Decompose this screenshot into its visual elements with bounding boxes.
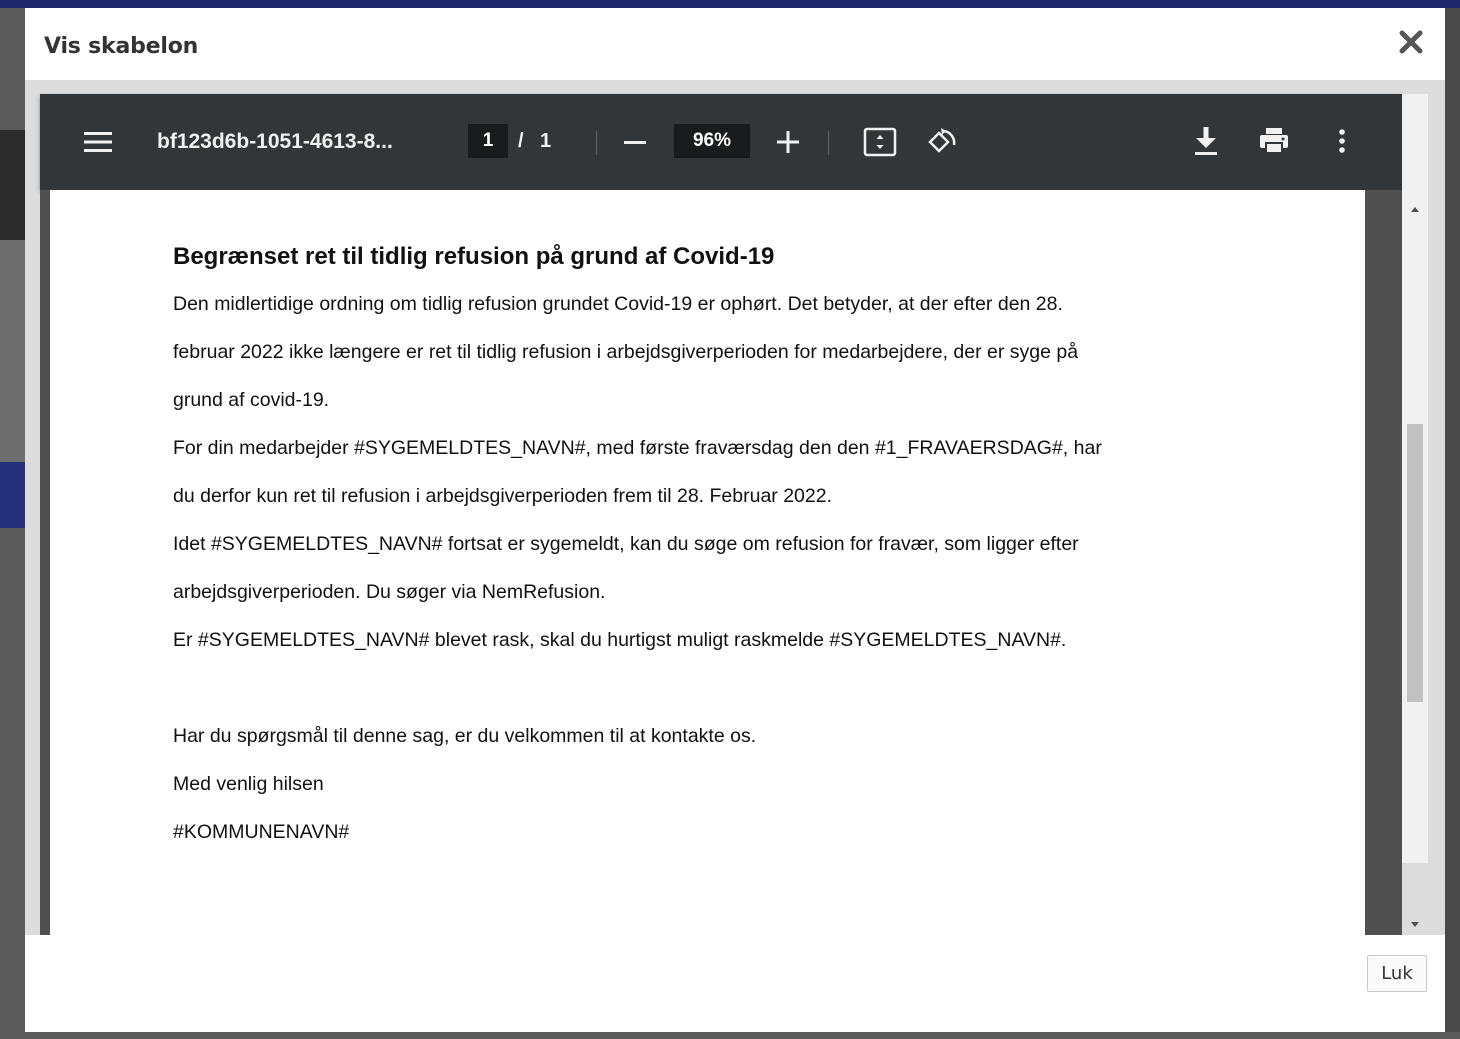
dialog-title: Vis skabelon: [44, 34, 199, 59]
page-content: Begrænset ret til tidlig refusion på gru…: [173, 242, 1293, 856]
menu-button[interactable]: [82, 128, 114, 156]
pdf-toolbar: bf123d6b-1051-4613-8... / 1: [40, 94, 1402, 190]
download-button[interactable]: [1190, 124, 1222, 158]
scroll-down-button[interactable]: [1402, 914, 1428, 936]
dialog-body: bf123d6b-1051-4613-8... / 1: [25, 80, 1445, 935]
closing-line: Har du spørgsmål til denne sag, er du ve…: [173, 725, 757, 747]
zoom-out-button[interactable]: [620, 128, 650, 156]
page-separator: /: [518, 130, 524, 152]
menu-icon: [84, 132, 112, 152]
pdf-viewer: bf123d6b-1051-4613-8... / 1: [40, 94, 1402, 935]
document-line: Idet #SYGEMELDTES_NAVN# fortsat er sygem…: [173, 533, 1079, 555]
pdf-filename: bf123d6b-1051-4613-8...: [157, 130, 393, 153]
rotate-button[interactable]: [924, 125, 960, 159]
print-icon: [1260, 128, 1288, 154]
fit-page-icon: [863, 127, 897, 157]
zoom-level-input[interactable]: [674, 124, 750, 158]
toolbar-divider: [828, 131, 829, 155]
template-preview-dialog: Vis skabelon bf123d6b-1051-4613-8... /: [25, 8, 1445, 1032]
document-line: du derfor kun ret til refusion i arbejds…: [173, 485, 833, 507]
close-icon: [1399, 30, 1423, 54]
closing-line: Med venlig hilsen: [173, 773, 324, 795]
document-line: Den midlertidige ordning om tidlig refus…: [173, 293, 1063, 315]
dialog-footer: Luk: [25, 935, 1445, 1032]
document-line: grund af covid-19.: [173, 389, 330, 411]
document-line: arbejdsgiverperioden. Du søger via NemRe…: [173, 581, 606, 603]
rotate-icon: [928, 128, 956, 153]
print-button[interactable]: [1257, 125, 1291, 157]
closing-line: #KOMMUNENAVN#: [173, 821, 350, 843]
download-icon: [1195, 127, 1217, 155]
zoom-out-icon: [624, 141, 646, 144]
vertical-scrollbar[interactable]: [1402, 94, 1428, 927]
zoom-in-button[interactable]: [773, 127, 803, 157]
fit-page-button[interactable]: [862, 126, 898, 158]
dialog-header: Vis skabelon: [25, 8, 1445, 80]
background-right-strip: [1445, 8, 1460, 1032]
arrow-down-icon: [1411, 922, 1419, 927]
scroll-up-button[interactable]: [1402, 198, 1428, 220]
document-line: For din medarbejder #SYGEMELDTES_NAVN#, …: [173, 437, 1102, 459]
zoom-in-icon: [777, 131, 799, 153]
page-total: 1: [540, 130, 552, 152]
document-heading: Begrænset ret til tidlig refusion på gru…: [173, 243, 775, 270]
document-area[interactable]: Begrænset ret til tidlig refusion på gru…: [40, 190, 1402, 935]
pdf-page: Begrænset ret til tidlig refusion på gru…: [50, 190, 1365, 935]
more-icon: [1339, 129, 1345, 153]
scroll-thumb[interactable]: [1407, 424, 1423, 702]
arrow-up-icon: [1411, 207, 1419, 212]
page-number-input[interactable]: [468, 124, 508, 158]
luk-button[interactable]: Luk: [1367, 955, 1427, 992]
document-line: februar 2022 ikke længere er ret til tid…: [173, 341, 1079, 363]
close-button[interactable]: [1393, 24, 1429, 60]
more-actions-button[interactable]: [1330, 124, 1354, 158]
document-line: Er #SYGEMELDTES_NAVN# blevet rask, skal …: [173, 629, 1067, 651]
toolbar-divider: [596, 131, 597, 155]
background-top-bar: [0, 0, 1460, 8]
